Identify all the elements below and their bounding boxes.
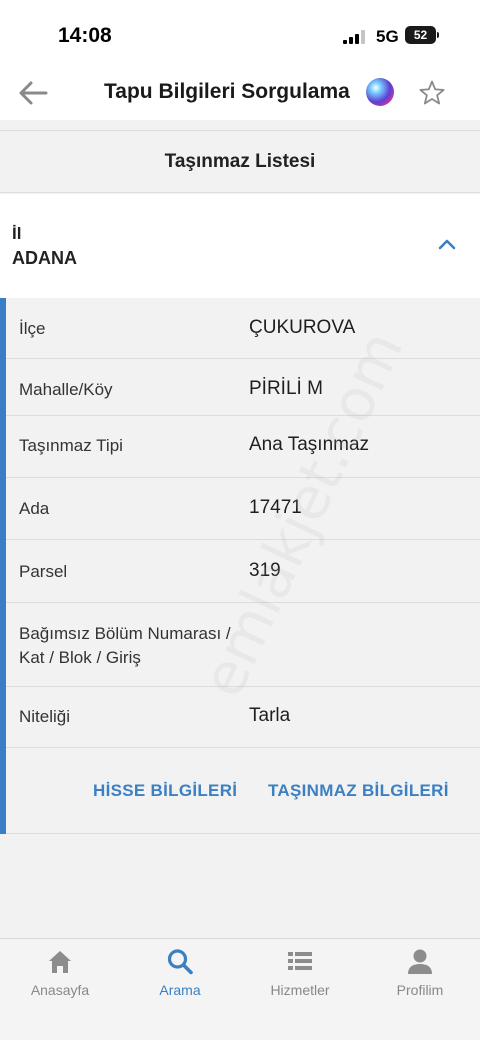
detail-row-tasinmaz-tipi: Taşınmaz Tipi Ana Taşınmaz bbox=[6, 416, 480, 478]
person-icon bbox=[408, 949, 432, 974]
battery-icon: 52 bbox=[405, 26, 439, 44]
page-title: Tapu Bilgileri Sorgulama bbox=[104, 80, 350, 103]
row-value: Ana Taşınmaz bbox=[249, 434, 370, 455]
assistant-orb-icon[interactable] bbox=[366, 78, 394, 106]
detail-row-niteligi: Niteliği Tarla bbox=[6, 687, 480, 748]
il-accordion-header[interactable]: İl ADANA bbox=[0, 194, 480, 298]
row-label: Taşınmaz Tipi bbox=[19, 436, 123, 455]
tasinmaz-bilgileri-button[interactable]: TAŞINMAZ BİLGİLERİ bbox=[268, 781, 449, 801]
row-label: İlçe bbox=[19, 319, 46, 338]
row-label: Niteliği bbox=[19, 707, 71, 726]
tab-anasayfa[interactable]: Anasayfa bbox=[0, 939, 120, 1040]
row-value: Tarla bbox=[249, 705, 291, 726]
detail-row-ada: Ada 17471 bbox=[6, 478, 480, 540]
search-icon bbox=[167, 949, 193, 975]
tab-profilim[interactable]: Profilim bbox=[360, 939, 480, 1040]
tab-bar: Anasayfa Arama Hizmetler Profilim bbox=[0, 938, 480, 1040]
row-value: 17471 bbox=[249, 497, 302, 518]
row-label: Bağımsız Bölüm Numarası / Kat / Blok / G… bbox=[19, 624, 231, 667]
row-label: Ada bbox=[19, 499, 50, 518]
section-title: Taşınmaz Listesi bbox=[0, 131, 480, 193]
row-label: Parsel bbox=[19, 562, 68, 581]
status-bar: 14:08 5G 52 bbox=[0, 0, 480, 68]
row-value: ÇUKUROVA bbox=[249, 317, 356, 338]
tab-label: Anasayfa bbox=[30, 982, 90, 998]
chevron-up-icon[interactable] bbox=[436, 236, 458, 252]
row-value: 319 bbox=[249, 560, 281, 581]
row-label: Mahalle/Köy bbox=[19, 380, 113, 399]
tab-hizmetler[interactable]: Hizmetler bbox=[240, 939, 360, 1040]
detail-row-ilce: İlçe ÇUKUROVA bbox=[6, 298, 480, 359]
star-outline-icon[interactable] bbox=[418, 79, 446, 107]
action-row: HİSSE BİLGİLERİ TAŞINMAZ BİLGİLERİ bbox=[6, 748, 480, 834]
list-icon bbox=[288, 952, 312, 970]
detail-row-bagimsiz-bolum: Bağımsız Bölüm Numarası / Kat / Blok / G… bbox=[6, 603, 480, 687]
signal-icon bbox=[343, 30, 365, 44]
detail-row-parsel: Parsel 319 bbox=[6, 540, 480, 603]
network-type: 5G bbox=[376, 27, 399, 46]
row-value: PİRİLİ M bbox=[249, 378, 323, 399]
hisse-bilgileri-button[interactable]: HİSSE BİLGİLERİ bbox=[93, 781, 237, 801]
nav-bar: Tapu Bilgileri Sorgulama bbox=[0, 68, 480, 120]
status-time: 14:08 bbox=[58, 24, 112, 47]
tab-label: Hizmetler bbox=[270, 982, 330, 998]
detail-row-mahalle: Mahalle/Köy PİRİLİ M bbox=[6, 359, 480, 416]
home-icon bbox=[49, 951, 71, 973]
tab-label: Profilim bbox=[396, 982, 444, 998]
arrow-left-icon[interactable] bbox=[18, 80, 48, 106]
il-value: ADANA bbox=[12, 248, 77, 268]
tab-label: Arama bbox=[159, 982, 201, 998]
battery-level: 52 bbox=[405, 26, 436, 44]
tab-arama[interactable]: Arama bbox=[120, 939, 240, 1040]
il-label: İl bbox=[12, 224, 22, 243]
